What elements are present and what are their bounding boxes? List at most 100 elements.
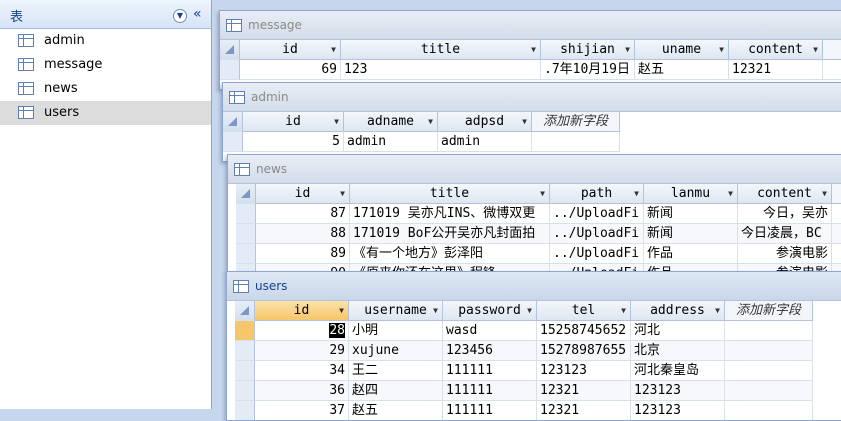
- column-header[interactable]: content ▼: [738, 184, 832, 204]
- table-cell[interactable]: [725, 381, 813, 401]
- column-header[interactable]: tel ▼: [537, 301, 631, 321]
- table-cell[interactable]: 34: [255, 361, 349, 381]
- table-cell[interactable]: 15278987655: [537, 341, 631, 361]
- row-selector[interactable]: [220, 60, 240, 80]
- row-selector[interactable]: [236, 224, 256, 244]
- window-title-bar[interactable]: message: [220, 11, 841, 40]
- table-cell[interactable]: 89: [256, 244, 350, 264]
- row-selector[interactable]: [236, 244, 256, 264]
- table-cell[interactable]: .7年10月19日: [541, 60, 635, 80]
- table-cell[interactable]: 123123: [537, 361, 631, 381]
- table-cell[interactable]: 12321: [537, 401, 631, 420]
- table-cell[interactable]: 111111: [443, 361, 537, 381]
- table-cell[interactable]: wasd: [443, 321, 537, 341]
- table-cell[interactable]: xujune: [349, 341, 443, 361]
- table-cell[interactable]: 171019 BoF公开吴亦凡封面拍: [350, 224, 550, 244]
- column-header[interactable]: id ▼: [243, 112, 344, 132]
- table-cell[interactable]: 河北: [631, 321, 725, 341]
- add-field-header[interactable]: 添加新字段: [725, 301, 813, 321]
- row-selector[interactable]: [235, 321, 255, 341]
- table-cell[interactable]: 69: [240, 60, 341, 80]
- row-selector[interactable]: [223, 132, 243, 152]
- table-cell[interactable]: 37: [255, 401, 349, 420]
- window-title-bar[interactable]: users: [227, 272, 841, 301]
- row-selector[interactable]: [235, 361, 255, 381]
- column-header[interactable]: username ▼: [349, 301, 443, 321]
- column-header[interactable]: title ▼: [350, 184, 550, 204]
- window-title-bar[interactable]: admin: [223, 83, 841, 112]
- table-cell[interactable]: [832, 244, 841, 264]
- table-cell[interactable]: 新闻: [644, 204, 738, 224]
- column-header[interactable]: password ▼: [443, 301, 537, 321]
- add-field-header[interactable]: 添: [823, 40, 841, 60]
- table-cell[interactable]: 171019 吴亦凡INS、微博双更: [350, 204, 550, 224]
- add-field-header[interactable]: 添: [832, 184, 841, 204]
- table-cell[interactable]: 小明: [349, 321, 443, 341]
- column-header[interactable]: shijian ▼: [541, 40, 635, 60]
- message-table-window[interactable]: message id ▼ title ▼ shijian ▼ uname ▼ conte…: [219, 10, 841, 90]
- table-cell[interactable]: admin: [438, 132, 532, 152]
- table-cell[interactable]: 88: [256, 224, 350, 244]
- column-header[interactable]: address ▼: [631, 301, 725, 321]
- row-selector[interactable]: [235, 401, 255, 420]
- row-selector[interactable]: [235, 381, 255, 401]
- table-cell[interactable]: 今日，吴亦: [738, 204, 832, 224]
- select-all-button[interactable]: [235, 301, 255, 321]
- table-cell[interactable]: 今日凌晨，BC: [738, 224, 832, 244]
- table-cell[interactable]: [725, 401, 813, 420]
- table-cell[interactable]: [725, 341, 813, 361]
- table-cell[interactable]: 赵四: [349, 381, 443, 401]
- table-cell[interactable]: 《有一个地方》彭泽阳: [350, 244, 550, 264]
- news-table-window[interactable]: news id▼ title▼ path▼ lanmu▼ content▼ 添 …: [227, 154, 841, 272]
- table-cell[interactable]: ../UploadFi: [550, 244, 644, 264]
- table-cell[interactable]: 北京: [631, 341, 725, 361]
- column-header[interactable]: uname ▼: [635, 40, 729, 60]
- table-cell[interactable]: 王二: [349, 361, 443, 381]
- table-cell[interactable]: 新闻: [644, 224, 738, 244]
- double-chevron-left-icon[interactable]: «: [193, 6, 202, 22]
- column-header[interactable]: id ▼: [256, 184, 350, 204]
- table-cell[interactable]: 87: [256, 204, 350, 224]
- table-cell[interactable]: 赵五: [635, 60, 729, 80]
- table-cell[interactable]: 28: [255, 321, 349, 341]
- table-cell[interactable]: [832, 204, 841, 224]
- select-all-button[interactable]: [236, 184, 256, 204]
- column-header[interactable]: adpsd ▼: [438, 112, 532, 132]
- window-title-bar[interactable]: news: [228, 155, 841, 184]
- row-selector[interactable]: [236, 204, 256, 224]
- table-cell[interactable]: [832, 224, 841, 244]
- users-table-window[interactable]: users id ▼ username ▼ password ▼ tel ▼ addre…: [226, 271, 841, 421]
- table-cell[interactable]: ../UploadFi: [550, 224, 644, 244]
- nav-item-message[interactable]: message: [0, 53, 211, 77]
- table-cell[interactable]: 作品: [644, 244, 738, 264]
- nav-item-users[interactable]: users: [0, 101, 211, 125]
- table-cell[interactable]: 123123: [631, 401, 725, 420]
- select-all-button[interactable]: [223, 112, 243, 132]
- table-cell[interactable]: ../UploadFi: [550, 204, 644, 224]
- column-header[interactable]: title ▼: [341, 40, 541, 60]
- column-header[interactable]: id ▼: [255, 301, 349, 321]
- table-cell[interactable]: 5: [243, 132, 344, 152]
- table-cell[interactable]: 36: [255, 381, 349, 401]
- table-cell[interactable]: 河北秦皇岛: [631, 361, 725, 381]
- table-cell[interactable]: 29: [255, 341, 349, 361]
- table-cell[interactable]: 123: [341, 60, 541, 80]
- admin-table-window[interactable]: admin id ▼ adname ▼ adpsd ▼ 添加新字段 5 admin a…: [222, 82, 841, 162]
- column-header[interactable]: path ▼: [550, 184, 644, 204]
- table-cell[interactable]: 赵五: [349, 401, 443, 420]
- table-cell[interactable]: 123123: [631, 381, 725, 401]
- table-cell[interactable]: 111111: [443, 381, 537, 401]
- nav-item-news[interactable]: news: [0, 77, 211, 101]
- select-all-button[interactable]: [220, 40, 240, 60]
- table-cell[interactable]: [532, 132, 620, 152]
- chevron-down-circle-icon[interactable]: ▼: [173, 9, 187, 23]
- table-cell[interactable]: 参演电影: [738, 244, 832, 264]
- table-cell[interactable]: admin: [344, 132, 438, 152]
- table-cell[interactable]: 12321: [537, 381, 631, 401]
- column-header[interactable]: content ▼: [729, 40, 823, 60]
- table-cell[interactable]: 111111: [443, 401, 537, 420]
- table-cell[interactable]: 15258745652: [537, 321, 631, 341]
- add-field-header[interactable]: 添加新字段: [532, 112, 620, 132]
- table-cell[interactable]: 123456: [443, 341, 537, 361]
- nav-item-admin[interactable]: admin: [0, 29, 211, 53]
